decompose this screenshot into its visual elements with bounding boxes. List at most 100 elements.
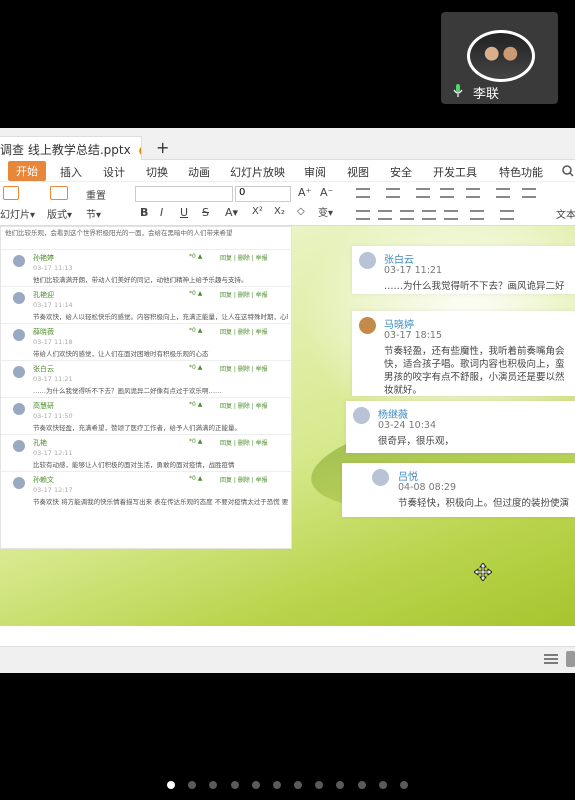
comment-text: ……为什么我觉得听不下去？画风诡异二好像有点过于欢乐啊……: [33, 387, 222, 395]
zoom-slider-handle[interactable]: [566, 651, 575, 667]
search-icon[interactable]: [562, 165, 574, 177]
avatar: [13, 440, 25, 452]
menu-view[interactable]: 视图: [347, 164, 369, 180]
page-dot[interactable]: [315, 781, 324, 789]
menu-insert[interactable]: 插入: [60, 164, 82, 180]
ribbon-toolbar: 幻灯片▾ 版式▾ 重置 节▾ 0 A⁺ A⁻ B I U S A▾ X² X₂ …: [0, 182, 575, 226]
columns-icon[interactable]: [522, 188, 536, 198]
comment-date: 03-17 11:14: [33, 301, 73, 309]
modified-dot-icon: ●: [139, 143, 142, 157]
comment-actions: 回复 | 删除 | 举报: [220, 329, 268, 336]
screen: 李联 调查 线上教学总结.pptx ● + 开始 插入 设计 切换 动画 幻灯片…: [0, 0, 575, 800]
comment-text: 节奏欢快 将方能调我的快乐情着描写出来 表在传达乐观的态度 不要对疫情太过于恐慌…: [33, 498, 288, 506]
superscript-icon[interactable]: X²: [252, 206, 263, 217]
participant-avatar: [467, 30, 535, 82]
strikethrough-icon[interactable]: S: [202, 206, 209, 219]
comment-author: 孔艳迎: [33, 291, 54, 299]
menu-security[interactable]: 安全: [390, 164, 412, 180]
participant-name: 李联: [473, 87, 500, 102]
font-size-select[interactable]: 0: [235, 186, 291, 202]
menu-lines-icon[interactable]: [544, 654, 558, 664]
menu-slideshow[interactable]: 幻灯片放映: [230, 164, 285, 180]
text-direction-icon[interactable]: [496, 188, 510, 198]
decrease-font-icon[interactable]: A⁻: [320, 186, 333, 199]
comment-text: 节奏欢快轻盈，充满希望，赞颂了医疗工作者，给予人们满满的正能量。: [33, 424, 241, 432]
underline-icon[interactable]: U: [180, 206, 188, 219]
menu-special-features[interactable]: 特色功能: [499, 164, 543, 180]
comment-text: 他们比较满满开朗，带动人们美好的同记，动他们精神上给予乐趣与支持。: [33, 276, 248, 284]
italic-icon[interactable]: I: [160, 206, 163, 219]
slide-canvas[interactable]: 他们比较乐观，会看到这个世界积极阳光的一面，会给在黑暗中的人们带来希望 孙艳婷 …: [0, 226, 575, 626]
outdent-icon[interactable]: [440, 188, 454, 198]
subscript-icon[interactable]: X₂: [274, 206, 285, 217]
font-family-select[interactable]: [135, 186, 233, 202]
comment-text: 节奏轻盈，还有些魔性，我听着前奏嘴角会 快，适合孩子唱。歌词内容也积极向上，蛮 …: [384, 346, 565, 396]
justify-icon[interactable]: [422, 210, 436, 220]
comment-text: ……为什么我觉得听不下去？画风诡异二好: [384, 281, 565, 292]
align-text-icon[interactable]: [470, 210, 484, 220]
section-button[interactable]: 节▾: [86, 206, 101, 221]
comment-actions: 回复 | 删除 | 举报: [220, 292, 268, 299]
move-cursor-icon: [474, 563, 492, 581]
page-dot[interactable]: [378, 781, 387, 789]
comment-author: 吕悦: [398, 472, 418, 483]
textbox-button[interactable]: 文本: [556, 206, 575, 221]
status-bar: [0, 646, 575, 673]
page-dot[interactable]: [272, 781, 281, 789]
menu-design[interactable]: 设计: [103, 164, 125, 180]
align-right-icon[interactable]: [400, 210, 414, 220]
align-center-icon[interactable]: [378, 210, 392, 220]
layout-button[interactable]: 版式▾: [47, 206, 72, 221]
numbered-list-icon[interactable]: [386, 188, 400, 198]
list-item: 孔艳迎 03-17 11:14 *0 ▲ 回复 | 删除 | 举报 节奏欢快，给…: [1, 286, 291, 323]
participant-video-tile[interactable]: 李联: [441, 12, 558, 104]
menu-home[interactable]: 开始: [8, 161, 46, 181]
indent-icon[interactable]: [416, 188, 430, 198]
comment-text: 很奇异，很乐观，: [378, 436, 455, 447]
comment-date: 03-17 18:15: [384, 330, 443, 341]
avatar: [13, 329, 25, 341]
page-dot[interactable]: [336, 781, 345, 789]
reset-button[interactable]: 重置: [86, 187, 106, 202]
comment-author: 薛晓薇: [33, 328, 54, 336]
new-slide-icon[interactable]: [3, 186, 19, 200]
page-dot[interactable]: [251, 781, 260, 789]
page-dot-active[interactable]: [166, 781, 175, 789]
menu-developer-tools[interactable]: 开发工具: [433, 164, 477, 180]
font-color-icon[interactable]: A▾: [225, 206, 238, 219]
page-dot[interactable]: [400, 781, 409, 789]
comment-author: 孙赖文: [33, 476, 54, 484]
layout-icon[interactable]: [50, 186, 68, 200]
list-item: 孙赖文 03-17 12:17 *0 ▲ 回复 | 删除 | 举报 节奏欢快 将…: [1, 471, 291, 508]
avatar: [13, 366, 25, 378]
line-spacing-icon[interactable]: [466, 188, 480, 198]
like-count: *0 ▲: [189, 290, 203, 297]
bullet-list-icon[interactable]: [356, 188, 370, 198]
smart-art-icon[interactable]: [500, 210, 514, 220]
like-count: *0 ▲: [189, 438, 203, 445]
comment-date: 03-17 11:21: [384, 265, 443, 276]
distribute-icon[interactable]: [444, 210, 458, 220]
page-dot[interactable]: [209, 781, 218, 789]
document-tab[interactable]: 调查 线上教学总结.pptx ●: [0, 136, 142, 160]
page-dot[interactable]: [294, 781, 303, 789]
avatar: [359, 317, 376, 334]
bold-icon[interactable]: B: [140, 206, 148, 219]
menu-animation[interactable]: 动画: [188, 164, 210, 180]
comment-actions: 回复 | 删除 | 举报: [220, 440, 268, 447]
new-slide-button[interactable]: 幻灯片▾: [0, 206, 35, 221]
increase-font-icon[interactable]: A⁺: [298, 186, 311, 199]
avatar: [13, 292, 25, 304]
page-dot[interactable]: [357, 781, 366, 789]
comment-author: 张白云: [33, 365, 54, 373]
like-count: *0 ▲: [189, 364, 203, 371]
menu-transition[interactable]: 切换: [146, 164, 168, 180]
align-left-icon[interactable]: [356, 210, 370, 220]
menu-review[interactable]: 审阅: [304, 164, 326, 180]
page-dot[interactable]: [188, 781, 197, 789]
new-tab-button[interactable]: +: [156, 138, 169, 157]
phonetic-icon[interactable]: 变▾: [318, 204, 333, 219]
comment-author: 孙艳婷: [33, 254, 54, 262]
clear-format-icon[interactable]: ◇: [297, 206, 305, 217]
page-dot[interactable]: [230, 781, 239, 789]
